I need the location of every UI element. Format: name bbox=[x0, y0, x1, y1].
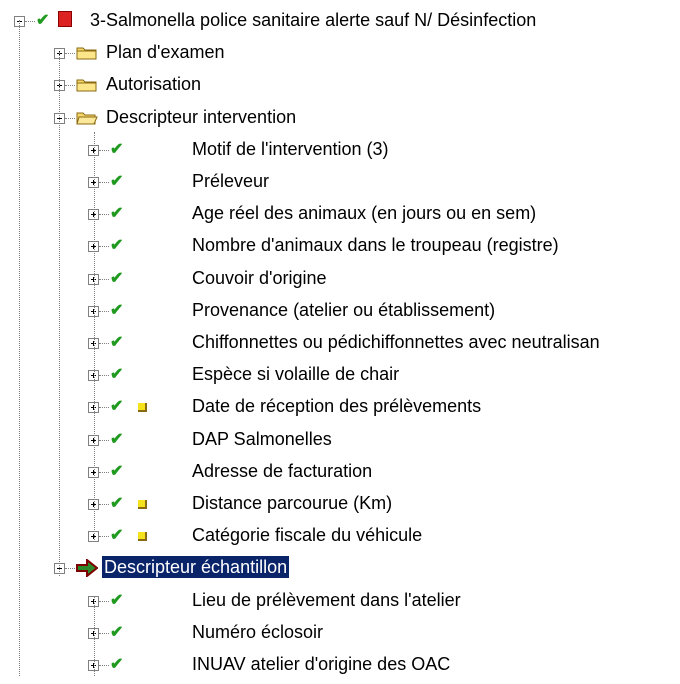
check-icon: ✔ bbox=[110, 205, 124, 223]
check-icon: ✔ bbox=[110, 269, 124, 287]
group-label: Descripteur intervention bbox=[106, 106, 297, 127]
tree-item[interactable]: ✔ Distance parcourue (Km) bbox=[0, 487, 680, 519]
item-label: Adresse de facturation bbox=[192, 460, 373, 481]
yellow-flag-icon bbox=[138, 403, 147, 413]
check-icon: ✔ bbox=[110, 140, 124, 158]
tree-item[interactable]: ✔ Nombre d'animaux dans le troupeau (regi… bbox=[0, 229, 680, 261]
item-label: Espèce si volaille de chair bbox=[192, 364, 400, 385]
tree-item[interactable]: ✔ Espèce si volaille de chair bbox=[0, 358, 680, 390]
tree-item[interactable]: ✔ Date de réception des prélèvements bbox=[0, 390, 680, 422]
folder-icon bbox=[76, 45, 98, 61]
yellow-flag-icon bbox=[138, 532, 147, 542]
yellow-flag-icon bbox=[138, 500, 147, 509]
connector-line bbox=[99, 278, 109, 280]
check-icon: ✔ bbox=[110, 656, 124, 673]
connector-line bbox=[99, 182, 109, 183]
connector-line bbox=[99, 149, 109, 151]
connector-line bbox=[99, 310, 109, 312]
item-label: Préleveur bbox=[192, 171, 270, 191]
check-icon: ✔ bbox=[110, 462, 124, 480]
red-document-icon bbox=[58, 11, 72, 27]
tree-group-selected[interactable]: Descripteur échantillon bbox=[0, 551, 680, 583]
tree-item[interactable]: ✔ Préleveur bbox=[0, 165, 680, 197]
connector-line bbox=[99, 504, 109, 505]
connector-line bbox=[99, 665, 109, 666]
check-icon: ✔ bbox=[110, 301, 124, 319]
folder-icon bbox=[76, 77, 98, 93]
check-icon: ✔ bbox=[110, 173, 124, 190]
connector-line bbox=[65, 85, 75, 87]
item-label: Provenance (atelier ou établissement) bbox=[192, 299, 496, 320]
tree-item[interactable]: ✔ Lieu de prélèvement dans l'atelier bbox=[0, 584, 680, 616]
item-label: Chiffonnettes ou pédichiffonnettes avec … bbox=[192, 332, 600, 352]
tree-group[interactable]: Autorisation bbox=[0, 68, 680, 100]
item-label: Lieu de prélèvement dans l'atelier bbox=[192, 589, 461, 610]
connector-line bbox=[99, 375, 109, 377]
connector-line bbox=[19, 20, 20, 676]
tree-item[interactable]: ✔ Adresse de facturation bbox=[0, 455, 680, 487]
tree-item[interactable]: ✔ Couvoir d'origine bbox=[0, 262, 680, 294]
item-label: Catégorie fiscale du véhicule bbox=[192, 525, 423, 546]
check-icon: ✔ bbox=[36, 12, 50, 29]
tree-item[interactable]: ✔ Chiffonnettes ou pédichiffonnettes avec… bbox=[0, 326, 680, 358]
item-label: Distance parcourue (Km) bbox=[192, 493, 393, 513]
root-label: 3-Salmonella police sanitaire alerte sau… bbox=[90, 10, 537, 30]
connector-line bbox=[94, 132, 95, 540]
check-icon: ✔ bbox=[110, 591, 124, 609]
tree-group[interactable]: Plan d'examen bbox=[0, 36, 680, 68]
tree-item[interactable]: ✔ Provenance (atelier ou établissement) bbox=[0, 294, 680, 326]
item-label: INUAV atelier d'origine des OAC bbox=[192, 654, 451, 674]
connector-line bbox=[99, 343, 109, 344]
tree-group[interactable]: Descripteur intervention bbox=[0, 101, 680, 133]
connector-line bbox=[25, 21, 35, 22]
connector-line bbox=[94, 596, 95, 676]
item-label: Age réel des animaux (en jours ou en sem… bbox=[192, 203, 537, 224]
tree-item[interactable]: ✔ Age réel des animaux (en jours ou en se… bbox=[0, 197, 680, 229]
tree-item[interactable]: ✔ DAP Salmonelles bbox=[0, 423, 680, 455]
item-label: Date de réception des prélèvements bbox=[192, 396, 482, 417]
check-icon: ✔ bbox=[110, 623, 124, 641]
connector-line bbox=[65, 568, 75, 570]
tree-root[interactable]: ✔ 3-Salmonella police sanitaire alerte sa… bbox=[0, 4, 680, 36]
item-label: DAP Salmonelles bbox=[192, 428, 332, 449]
item-label: Nombre d'animaux dans le troupeau (regis… bbox=[192, 235, 559, 256]
connector-line bbox=[59, 52, 60, 576]
item-label: Couvoir d'origine bbox=[192, 267, 327, 288]
group-label: Autorisation bbox=[106, 74, 202, 95]
tree-view[interactable]: ✔ 3-Salmonella police sanitaire alerte sa… bbox=[0, 0, 680, 684]
green-red-arrow-icon bbox=[76, 558, 99, 582]
check-icon: ✔ bbox=[110, 527, 124, 545]
connector-line bbox=[99, 214, 109, 216]
connector-line bbox=[99, 600, 109, 602]
connector-line bbox=[65, 117, 75, 119]
item-label: Numéro éclosoir bbox=[192, 621, 324, 642]
tree-item[interactable]: ✔ INUAV atelier d'origine des OAC bbox=[0, 648, 680, 680]
connector-line bbox=[99, 536, 109, 538]
connector-line bbox=[99, 471, 109, 473]
tree-item[interactable]: ✔ Catégorie fiscale du véhicule bbox=[0, 519, 680, 551]
connector-line bbox=[65, 53, 75, 55]
group-label: Plan d'examen bbox=[106, 42, 225, 63]
tree-item[interactable]: ✔ Motif de l'intervention (3) bbox=[0, 133, 680, 165]
connector-line bbox=[99, 632, 109, 634]
item-label: Motif de l'intervention (3) bbox=[192, 138, 389, 159]
connector-line bbox=[99, 439, 109, 441]
check-icon: ✔ bbox=[110, 334, 124, 351]
check-icon: ✔ bbox=[110, 366, 124, 384]
check-icon: ✔ bbox=[110, 398, 124, 416]
group-label: Descripteur échantillon bbox=[102, 556, 290, 579]
check-icon: ✔ bbox=[110, 430, 124, 448]
folder-open-icon bbox=[76, 110, 98, 126]
connector-line bbox=[99, 246, 109, 248]
tree-item[interactable]: ✔ Numéro éclosoir bbox=[0, 616, 680, 648]
check-icon: ✔ bbox=[110, 495, 124, 512]
check-icon: ✔ bbox=[110, 237, 124, 255]
connector-line bbox=[99, 407, 109, 409]
